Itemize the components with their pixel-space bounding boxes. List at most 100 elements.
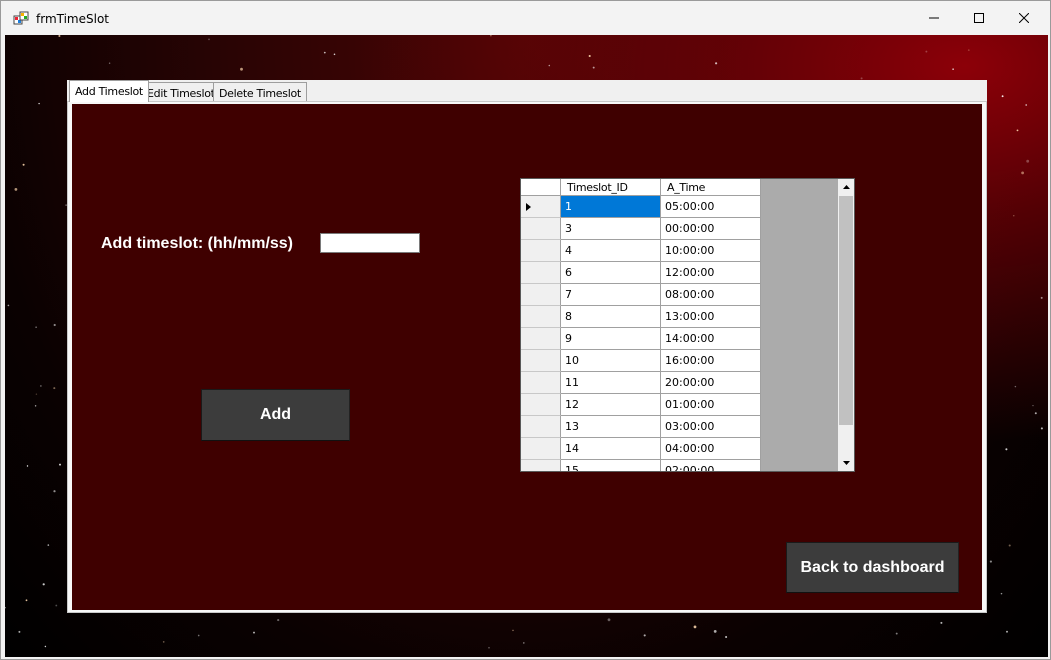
star-dot	[490, 35, 492, 37]
cell-timeslot-id[interactable]: 1	[561, 196, 661, 218]
cell-timeslot-id[interactable]: 14	[561, 438, 661, 460]
add-button[interactable]: Add	[201, 389, 350, 441]
star-dot	[55, 604, 58, 607]
star-dot	[588, 54, 591, 58]
cell-a-time[interactable]: 02:00:00	[661, 460, 761, 471]
table-row[interactable]: 9 14:00:00	[521, 328, 761, 350]
star-dot	[277, 619, 280, 622]
cell-a-time[interactable]: 04:00:00	[661, 438, 761, 460]
row-header[interactable]	[521, 372, 561, 394]
table-row[interactable]: 6 12:00:00	[521, 262, 761, 284]
star-dot	[253, 631, 255, 634]
timeslot-input[interactable]	[320, 233, 420, 253]
star-dot	[18, 630, 21, 633]
cell-timeslot-id[interactable]: 11	[561, 372, 661, 394]
table-row[interactable]: 15 02:00:00	[521, 460, 761, 471]
cell-a-time[interactable]: 16:00:00	[661, 350, 761, 372]
star-dot	[1034, 412, 1037, 415]
cell-timeslot-id[interactable]: 3	[561, 218, 661, 240]
back-to-dashboard-button[interactable]: Back to dashboard	[786, 542, 959, 593]
row-header[interactable]	[521, 438, 561, 460]
cell-timeslot-id[interactable]: 8	[561, 306, 661, 328]
row-header[interactable]	[521, 284, 561, 306]
star-dot	[952, 68, 954, 70]
tab-page-panel: Add timeslot: (hh/mm/ss) Add Timeslot_ID…	[72, 104, 982, 610]
row-header[interactable]	[521, 218, 561, 240]
tab-edit-timeslot[interactable]: Edit Timeslot	[141, 82, 221, 101]
table-row[interactable]: 10 16:00:00	[521, 350, 761, 372]
star-dot	[58, 35, 61, 38]
row-header[interactable]	[521, 416, 561, 438]
table-row[interactable]: 13 03:00:00	[521, 416, 761, 438]
minimize-button[interactable]	[911, 1, 957, 35]
table-row[interactable]: 4 10:00:00	[521, 240, 761, 262]
table-row[interactable]: 8 13:00:00	[521, 306, 761, 328]
row-header-corner	[521, 179, 561, 196]
row-header[interactable]	[521, 350, 561, 372]
maximize-button[interactable]	[956, 1, 1002, 35]
minimize-icon	[929, 17, 939, 19]
cell-timeslot-id[interactable]: 15	[561, 460, 661, 471]
tab-strip: Add Timeslot Edit Timeslot Delete Timesl…	[67, 80, 987, 102]
star-dot	[1005, 448, 1008, 451]
cell-timeslot-id[interactable]: 7	[561, 284, 661, 306]
cell-a-time[interactable]: 03:00:00	[661, 416, 761, 438]
scroll-down-button[interactable]	[838, 455, 854, 471]
row-header[interactable]	[521, 262, 561, 284]
cell-a-time[interactable]: 00:00:00	[661, 218, 761, 240]
row-header[interactable]	[521, 306, 561, 328]
scroll-thumb[interactable]	[839, 196, 853, 425]
table-row[interactable]: 7 08:00:00	[521, 284, 761, 306]
star-dot	[1016, 129, 1019, 132]
table-row[interactable]: 11 20:00:00	[521, 372, 761, 394]
star-dot	[5, 606, 6, 609]
cell-a-time[interactable]: 01:00:00	[661, 394, 761, 416]
row-header[interactable]	[521, 240, 561, 262]
table-row[interactable]: 3 00:00:00	[521, 218, 761, 240]
cell-timeslot-id[interactable]: 4	[561, 240, 661, 262]
star-dot	[53, 490, 56, 493]
tab-delete-timeslot[interactable]: Delete Timeslot	[213, 82, 307, 101]
scroll-up-button[interactable]	[838, 179, 854, 195]
current-row-arrow-icon	[526, 203, 531, 211]
timeslot-grid[interactable]: Timeslot_ID A_Time 1 05:00:00 3 00:00:00 4 10…	[520, 178, 855, 472]
grid-vertical-scrollbar[interactable]	[838, 179, 854, 471]
star-dot	[1013, 215, 1015, 217]
cell-timeslot-id[interactable]: 10	[561, 350, 661, 372]
app-icon	[13, 11, 29, 25]
star-dot	[592, 66, 595, 69]
table-row[interactable]: 12 01:00:00	[521, 394, 761, 416]
close-button[interactable]	[1001, 1, 1047, 35]
star-dot	[1014, 385, 1017, 388]
cell-timeslot-id[interactable]: 9	[561, 328, 661, 350]
star-dot	[1000, 592, 1003, 595]
close-icon	[1019, 13, 1029, 23]
star-dot	[40, 385, 42, 387]
column-header-timeslot-id[interactable]: Timeslot_ID	[561, 179, 661, 196]
row-header[interactable]	[521, 394, 561, 416]
title-bar[interactable]: frmTimeSlot	[1, 1, 1050, 35]
cell-a-time[interactable]: 05:00:00	[661, 196, 761, 218]
table-row[interactable]: 1 05:00:00	[521, 196, 761, 218]
cell-a-time[interactable]: 20:00:00	[661, 372, 761, 394]
cell-a-time[interactable]: 12:00:00	[661, 262, 761, 284]
tab-control: Add Timeslot Edit Timeslot Delete Timesl…	[67, 80, 987, 613]
cell-timeslot-id[interactable]: 13	[561, 416, 661, 438]
column-header-a-time[interactable]: A_Time	[661, 179, 761, 196]
row-header[interactable]	[521, 460, 561, 471]
cell-a-time[interactable]: 14:00:00	[661, 328, 761, 350]
cell-timeslot-id[interactable]: 12	[561, 394, 661, 416]
star-dot	[14, 188, 18, 191]
cell-a-time[interactable]: 10:00:00	[661, 240, 761, 262]
cell-timeslot-id[interactable]: 6	[561, 262, 661, 284]
cell-a-time[interactable]: 13:00:00	[661, 306, 761, 328]
row-header[interactable]	[521, 196, 561, 218]
tab-add-timeslot[interactable]: Add Timeslot	[69, 80, 149, 102]
star-dot	[693, 625, 697, 629]
app-window: frmTimeSlot Add Timeslot Edit Timeslot D…	[0, 0, 1051, 660]
row-header[interactable]	[521, 328, 561, 350]
form-client-area: Add Timeslot Edit Timeslot Delete Timesl…	[5, 35, 1048, 657]
cell-a-time[interactable]: 08:00:00	[661, 284, 761, 306]
star-dot	[725, 635, 728, 639]
table-row[interactable]: 14 04:00:00	[521, 438, 761, 460]
